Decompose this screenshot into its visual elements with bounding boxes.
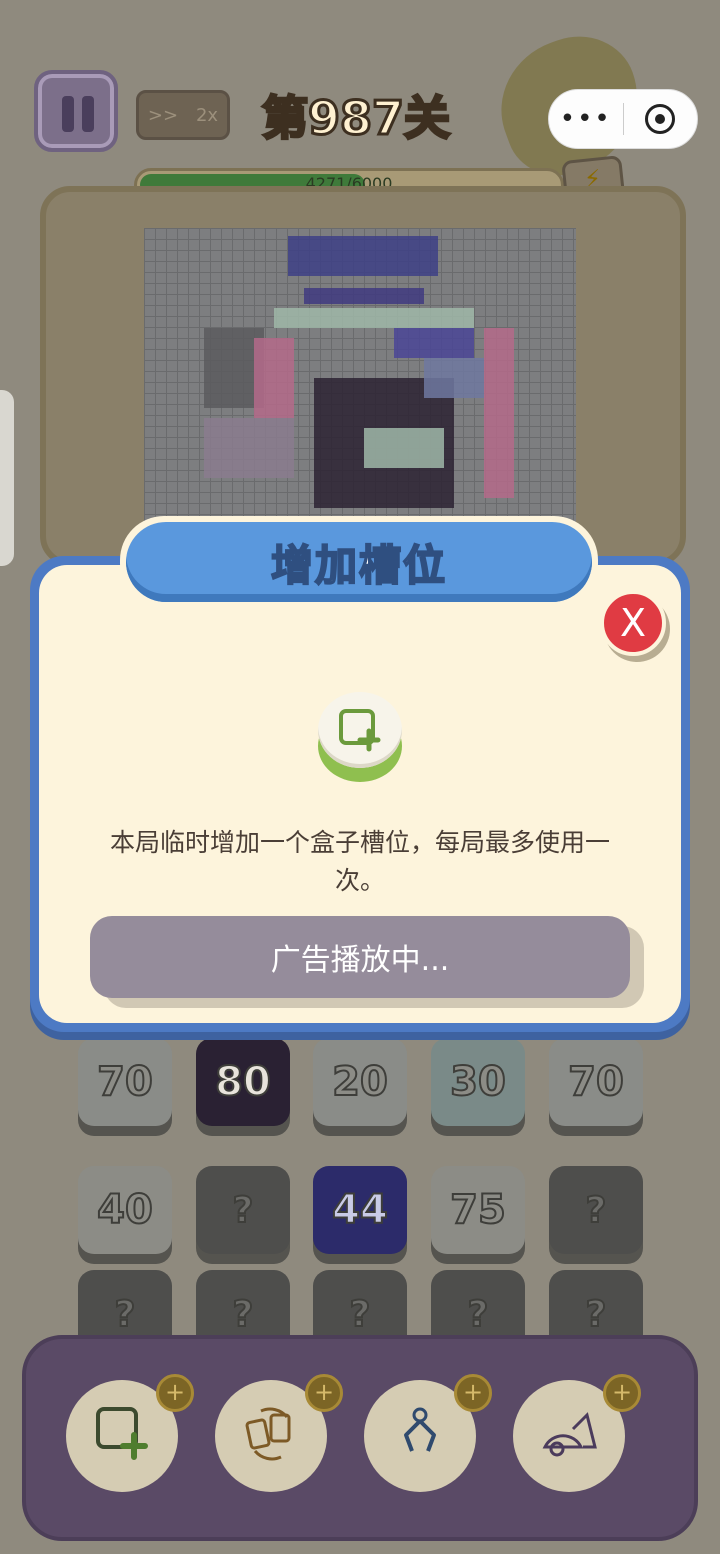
watch-ad-button[interactable]: 广告播放中... xyxy=(90,916,630,998)
dialog-title-banner: 增加槽位 xyxy=(120,516,598,608)
dialog-close-button[interactable]: X xyxy=(600,590,666,656)
add-slot-item-icon xyxy=(318,692,402,784)
dialog-title: 增加槽位 xyxy=(126,522,592,602)
dialog-description: 本局临时增加一个盒子槽位，每局最多使用一次。 xyxy=(109,828,610,895)
